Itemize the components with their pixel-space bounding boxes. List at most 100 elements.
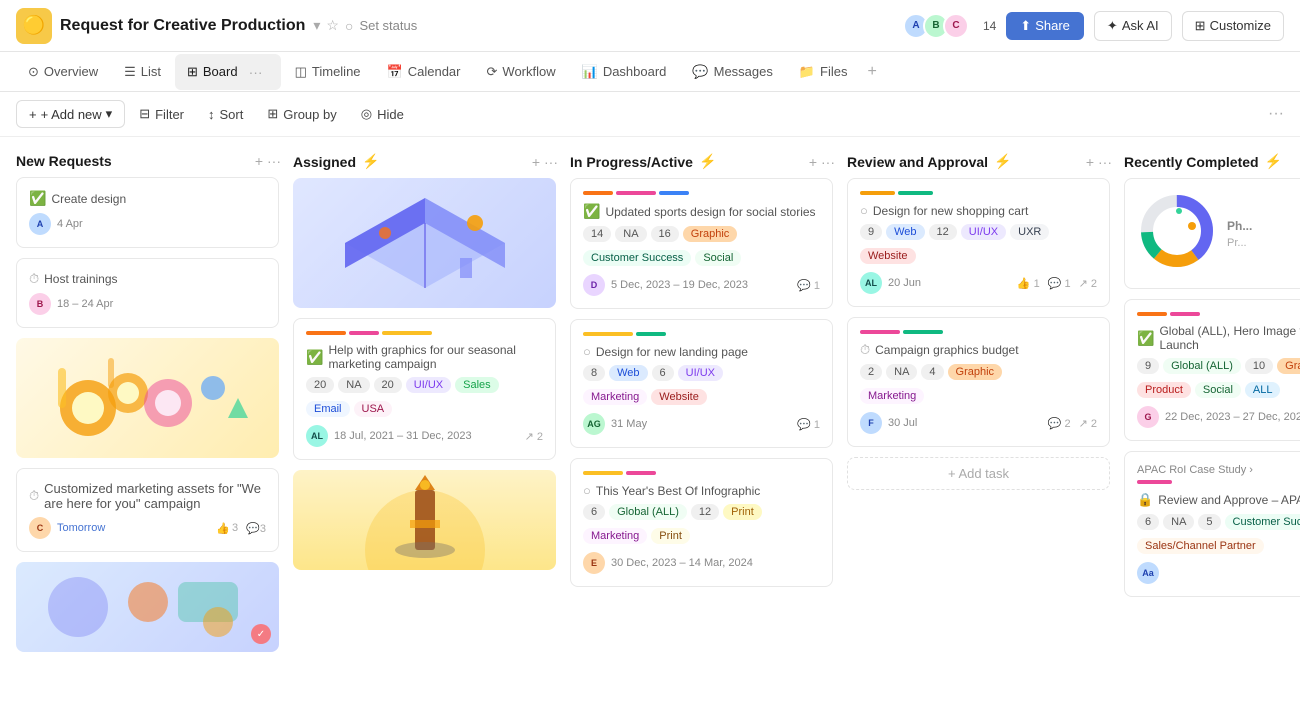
card-lighthouse[interactable]: [293, 470, 556, 570]
card-host-trainings[interactable]: ⏱ Host trainings B 18 – 24 Apr: [16, 258, 279, 328]
tags-budget-2: Marketing: [860, 388, 1097, 404]
member-count: 14: [983, 19, 996, 33]
tag-12: 12: [691, 504, 719, 520]
tag-web-cart: Web: [886, 224, 924, 240]
group-by-button[interactable]: ⊞ Group by: [257, 101, 346, 127]
date-budget: 30 Jul: [888, 417, 1042, 429]
files-icon: 📁: [799, 64, 815, 80]
col-more-in-progress[interactable]: ···: [821, 154, 835, 170]
tag-website-cart: Website: [860, 248, 916, 264]
card-footer-landing: AG 31 May 💬 1: [583, 413, 820, 435]
dropdown-icon[interactable]: ▾: [313, 17, 320, 34]
card-customized-marketing[interactable]: ⏱ Customized marketing assets for "We ar…: [16, 468, 279, 552]
card-status-customized: ⏱ Customized marketing assets for "We ar…: [29, 481, 266, 511]
toolbar: + + Add new ▾ ⊟ Filter ↕ Sort ⊞ Group by…: [0, 92, 1300, 137]
card-hero-image[interactable]: ✅ Global (ALL), Hero Image for Product L…: [1124, 299, 1300, 441]
comments-customized: 💬3: [246, 522, 266, 535]
card-blue-abstract[interactable]: ✓: [16, 562, 279, 652]
sort-button[interactable]: ↕ Sort: [198, 102, 253, 127]
date-sports: 5 Dec, 2023 – 19 Dec, 2023: [611, 279, 791, 291]
overview-icon: ⊙: [28, 64, 39, 80]
tag-email-help: Email: [306, 401, 350, 417]
tab-workflow[interactable]: ⟳ Workflow: [475, 58, 568, 86]
col-more-review[interactable]: ···: [1098, 154, 1112, 170]
avatar-budget: F: [860, 412, 882, 434]
add-task-review[interactable]: + Add task: [847, 457, 1110, 490]
col-cards-review: ○ Design for new shopping cart 9 Web 12 …: [847, 178, 1112, 490]
card-landing-page[interactable]: ○ Design for new landing page 8 Web 6 UI…: [570, 319, 833, 448]
hide-icon: ◎: [361, 106, 372, 122]
card-status-create-design: ✅ Create design: [29, 190, 266, 207]
plus-icon: +: [29, 107, 37, 122]
avatar-hero: G: [1137, 406, 1159, 428]
sub-budget: ↗ 2: [1079, 417, 1097, 430]
card-create-design[interactable]: ✅ Create design A 4 Apr: [16, 177, 279, 248]
circle-icon-cart: ○: [860, 203, 868, 218]
card-infographic[interactable]: ○ This Year's Best Of Infographic 6 Glob…: [570, 458, 833, 587]
card-sports-design[interactable]: ✅ Updated sports design for social stori…: [570, 178, 833, 309]
tag-all-hero: ALL: [1245, 382, 1281, 398]
thumbs-cart: 👍 1: [1017, 277, 1040, 290]
tab-dashboard[interactable]: 📊 Dashboard: [570, 58, 679, 86]
card-apac-case-study[interactable]: APAC RoI Case Study › 🔒 Review and Appro…: [1124, 451, 1300, 597]
col-add-new-requests[interactable]: +: [255, 153, 263, 169]
card-shopping-cart[interactable]: ○ Design for new shopping cart 9 Web 12 …: [847, 178, 1110, 307]
bolt-icon-recently: ⚡: [1265, 153, 1282, 170]
topbar-icons: ▾ ☆ ○ Set status: [313, 17, 417, 34]
filter-button[interactable]: ⊟ Filter: [129, 101, 194, 127]
tab-timeline[interactable]: ◫ Timeline: [283, 58, 373, 86]
customize-button[interactable]: ⊞ Customize: [1182, 11, 1284, 41]
ask-ai-button[interactable]: ✦ Ask AI: [1094, 11, 1172, 41]
col-add-review[interactable]: +: [1086, 154, 1094, 170]
tab-files[interactable]: 📁 Files: [787, 58, 860, 86]
tab-board[interactable]: ⊞ Board ···: [175, 54, 281, 90]
tag-marketing-budget: Marketing: [860, 388, 924, 404]
col-title-assigned: Assigned: [293, 154, 356, 170]
tag-6: 6: [652, 365, 674, 381]
meta-landing: 💬 1: [797, 418, 820, 431]
tab-calendar[interactable]: 📅 Calendar: [375, 58, 473, 86]
add-tab-button[interactable]: +: [862, 59, 883, 85]
tab-list[interactable]: ☰ List: [112, 58, 173, 86]
share-button[interactable]: ⬆ Share: [1006, 12, 1084, 40]
avatar-3: C: [943, 13, 969, 39]
tag-marketing-infographic: Marketing: [583, 528, 647, 544]
card-yellow-gears[interactable]: [16, 338, 279, 458]
card-help-graphics[interactable]: ✅ Help with graphics for our seasonal ma…: [293, 318, 556, 460]
tags-cart-2: Website: [860, 248, 1097, 264]
col-add-assigned[interactable]: +: [532, 154, 540, 170]
card-footer-help: AL 18 Jul, 2021 – 31 Dec, 2023 ↗ 2: [306, 425, 543, 447]
status-icon[interactable]: ○: [345, 18, 353, 34]
star-icon[interactable]: ☆: [326, 17, 339, 34]
status-label[interactable]: Set status: [359, 18, 417, 33]
tag-6: 6: [583, 504, 605, 520]
card-isometric[interactable]: [293, 178, 556, 308]
tab-overview[interactable]: ⊙ Overview: [16, 58, 110, 86]
board-more-icon[interactable]: ···: [243, 60, 269, 84]
tags-cart-1: 9 Web 12 UI/UX UXR: [860, 224, 1097, 240]
dashboard-icon: 📊: [582, 64, 598, 80]
tag-social-hero: Social: [1195, 382, 1241, 398]
card-footer-create-design: A 4 Apr: [29, 213, 266, 235]
tags-budget-1: 2 NA 4 Graphic: [860, 364, 1097, 380]
topbar: 🟡 Request for Creative Production ▾ ☆ ○ …: [0, 0, 1300, 52]
circle-icon-infographic: ○: [583, 483, 591, 498]
toolbar-more[interactable]: ···: [1268, 105, 1284, 123]
tab-messages[interactable]: 💬 Messages: [680, 58, 784, 86]
tag-product-hero: Product: [1137, 382, 1191, 398]
clock-icon: ⏱: [29, 271, 39, 287]
col-more-assigned[interactable]: ···: [544, 154, 558, 170]
card-chart[interactable]: Ph... Pr...: [1124, 178, 1300, 289]
bar2: [349, 331, 379, 335]
tag-website-landing: Website: [651, 389, 707, 405]
col-more-new-requests[interactable]: ···: [267, 153, 281, 169]
card-campaign-budget[interactable]: ⏱ Campaign graphics budget 2 NA 4 Graphi…: [847, 317, 1110, 447]
bar-infographic-2: [626, 471, 656, 475]
card-footer-budget: F 30 Jul 💬 2 ↗ 2: [860, 412, 1097, 434]
card-title-sports: Updated sports design for social stories: [605, 205, 815, 219]
tag-print-infographic: Print: [723, 504, 762, 520]
col-add-in-progress[interactable]: +: [809, 154, 817, 170]
hide-button[interactable]: ◎ Hide: [351, 101, 414, 127]
add-new-button[interactable]: + + Add new ▾: [16, 100, 125, 128]
color-bar-hero: [1137, 312, 1300, 316]
